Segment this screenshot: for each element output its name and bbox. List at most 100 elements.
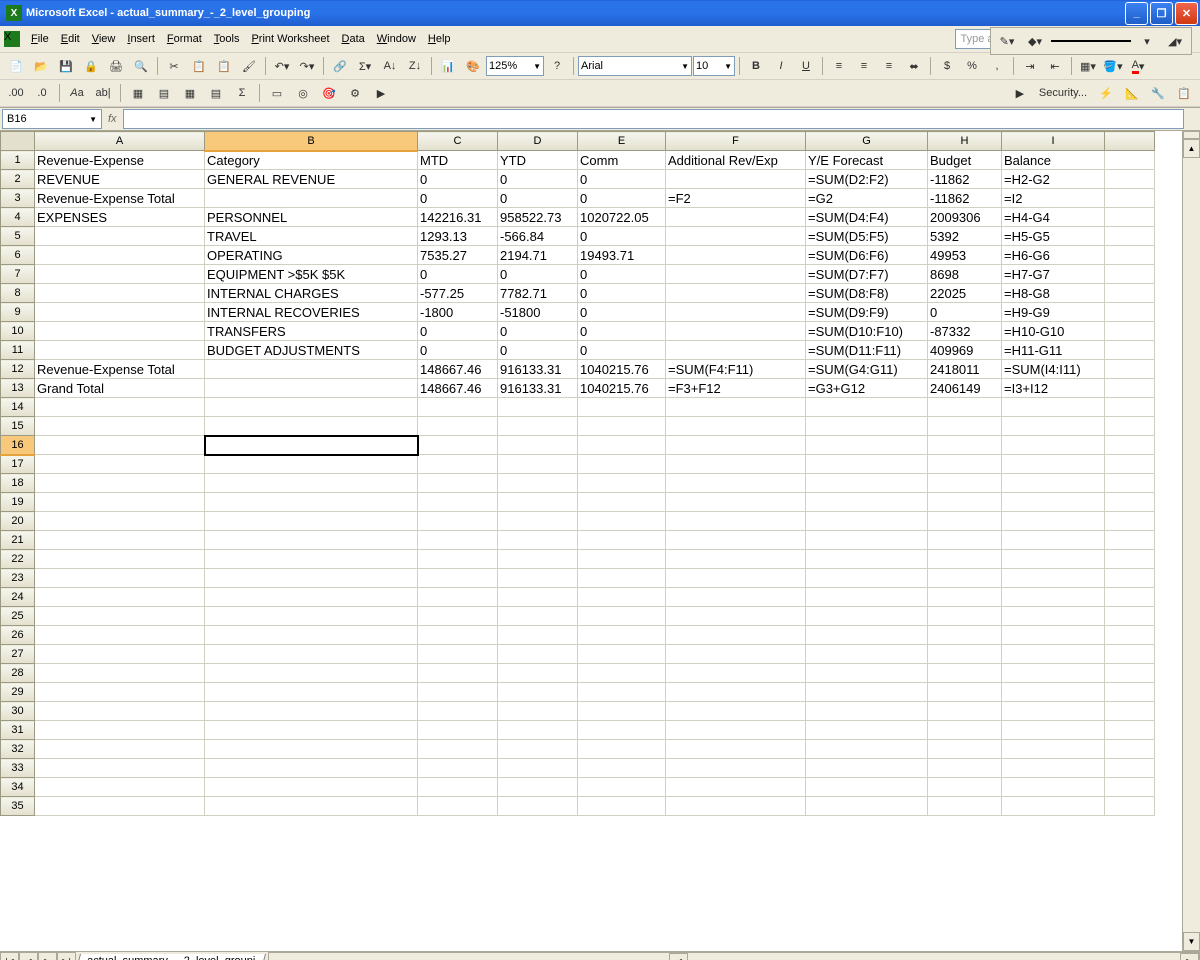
cell-extra-3[interactable] (1105, 189, 1155, 208)
cell-E21[interactable] (578, 531, 666, 550)
cell-F33[interactable] (666, 759, 806, 778)
cell-A25[interactable] (35, 607, 205, 626)
cell-B25[interactable] (205, 607, 418, 626)
cell-I25[interactable] (1002, 607, 1105, 626)
cell-extra-23[interactable] (1105, 569, 1155, 588)
cell-D1[interactable]: YTD (498, 151, 578, 170)
cell-C17[interactable] (418, 455, 498, 474)
tab-last-icon[interactable]: ▶| (57, 952, 76, 960)
cell-H1[interactable]: Budget (928, 151, 1002, 170)
cell-C12[interactable]: 148667.46 (418, 360, 498, 379)
cell-D6[interactable]: 2194.71 (498, 246, 578, 265)
controls-icon[interactable]: 🔧 (1146, 81, 1170, 105)
cell-F24[interactable] (666, 588, 806, 607)
cell-E29[interactable] (578, 683, 666, 702)
row-header-2[interactable]: 2 (1, 170, 35, 189)
cell-G25[interactable] (806, 607, 928, 626)
cell-G6[interactable]: =SUM(D6:F6) (806, 246, 928, 265)
underline-icon[interactable]: U (794, 54, 818, 78)
cell-C25[interactable] (418, 607, 498, 626)
cell-G14[interactable] (806, 398, 928, 417)
font-color-icon[interactable]: A▾ (1126, 54, 1150, 78)
cell-D35[interactable] (498, 797, 578, 816)
cell-D3[interactable]: 0 (498, 189, 578, 208)
cell-I6[interactable]: =H6-G6 (1002, 246, 1105, 265)
cell-E19[interactable] (578, 493, 666, 512)
run-macro-icon[interactable]: ▶ (1008, 81, 1032, 105)
cell-A24[interactable] (35, 588, 205, 607)
cell-I21[interactable] (1002, 531, 1105, 550)
line-style-icon[interactable]: ▾ (1135, 29, 1159, 53)
cell-B23[interactable] (205, 569, 418, 588)
cell-I16[interactable] (1002, 436, 1105, 455)
row-header-17[interactable]: 17 (1, 455, 35, 474)
cell-H5[interactable]: 5392 (928, 227, 1002, 246)
align-right-icon[interactable]: ≡ (877, 54, 901, 78)
cell-E28[interactable] (578, 664, 666, 683)
col-header-G[interactable]: G (806, 132, 928, 151)
tab-next-icon[interactable]: ▶ (38, 952, 57, 960)
cell-G20[interactable] (806, 512, 928, 531)
cell-B3[interactable] (205, 189, 418, 208)
row-header-3[interactable]: 3 (1, 189, 35, 208)
security-button[interactable]: Security... (1034, 81, 1092, 105)
cell-D29[interactable] (498, 683, 578, 702)
cell-D11[interactable]: 0 (498, 341, 578, 360)
print-icon[interactable]: 🖨 (104, 54, 128, 78)
menu-print-worksheet[interactable]: Print Worksheet (245, 31, 335, 47)
close-button[interactable]: ✕ (1175, 2, 1198, 25)
cell-C16[interactable] (418, 436, 498, 455)
merge-center-icon[interactable]: ⬌ (902, 54, 926, 78)
cell-D13[interactable]: 916133.31 (498, 379, 578, 398)
cell-F28[interactable] (666, 664, 806, 683)
cell-extra-8[interactable] (1105, 284, 1155, 303)
cell-G8[interactable]: =SUM(D8:F8) (806, 284, 928, 303)
cell-E2[interactable]: 0 (578, 170, 666, 189)
cell-I2[interactable]: =H2-G2 (1002, 170, 1105, 189)
align-left-icon[interactable]: ≡ (827, 54, 851, 78)
row-header-22[interactable]: 22 (1, 550, 35, 569)
cell-extra-11[interactable] (1105, 341, 1155, 360)
cell-B26[interactable] (205, 626, 418, 645)
cell-G34[interactable] (806, 778, 928, 797)
cell-B2[interactable]: GENERAL REVENUE (205, 170, 418, 189)
cell-C28[interactable] (418, 664, 498, 683)
cell-B17[interactable] (205, 455, 418, 474)
cell-D10[interactable]: 0 (498, 322, 578, 341)
cell-I22[interactable] (1002, 550, 1105, 569)
formula-bar[interactable] (123, 109, 1184, 129)
vba-icon[interactable]: ⚡ (1094, 81, 1118, 105)
cell-I3[interactable]: =I2 (1002, 189, 1105, 208)
align-center-icon[interactable]: ≡ (852, 54, 876, 78)
cell-extra-18[interactable] (1105, 474, 1155, 493)
cell-D4[interactable]: 958522.73 (498, 208, 578, 227)
cell-A11[interactable] (35, 341, 205, 360)
cell-C4[interactable]: 142216.31 (418, 208, 498, 227)
cell-C29[interactable] (418, 683, 498, 702)
zoom-combo[interactable]: 125%▼ (486, 56, 544, 76)
col-header-A[interactable]: A (35, 132, 205, 151)
cell-D34[interactable] (498, 778, 578, 797)
cell-F5[interactable] (666, 227, 806, 246)
cell-H8[interactable]: 22025 (928, 284, 1002, 303)
cell-I12[interactable]: =SUM(I4:I11) (1002, 360, 1105, 379)
cell-C9[interactable]: -1800 (418, 303, 498, 322)
split-handle-top[interactable] (1183, 131, 1200, 139)
cell-F13[interactable]: =F3+F12 (666, 379, 806, 398)
cell-G18[interactable] (806, 474, 928, 493)
cell-extra-30[interactable] (1105, 702, 1155, 721)
cell-F25[interactable] (666, 607, 806, 626)
cell-I30[interactable] (1002, 702, 1105, 721)
cell-A21[interactable] (35, 531, 205, 550)
cell-E17[interactable] (578, 455, 666, 474)
sheet-tab[interactable]: actual_summary_-_2_level_groupi (76, 954, 266, 960)
tab-first-icon[interactable]: |◀ (0, 952, 19, 960)
scroll-down-icon[interactable]: ▼ (1183, 932, 1200, 951)
menu-help[interactable]: Help (422, 31, 457, 47)
cell-A6[interactable] (35, 246, 205, 265)
cell-extra-1[interactable] (1105, 151, 1155, 170)
cell-E10[interactable]: 0 (578, 322, 666, 341)
cell-I24[interactable] (1002, 588, 1105, 607)
cell-A13[interactable]: Grand Total (35, 379, 205, 398)
cell-I29[interactable] (1002, 683, 1105, 702)
